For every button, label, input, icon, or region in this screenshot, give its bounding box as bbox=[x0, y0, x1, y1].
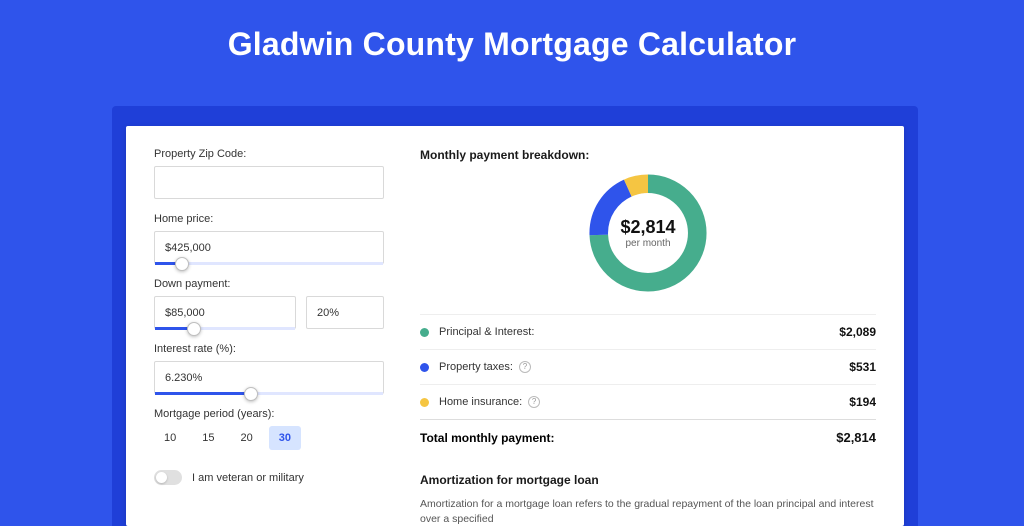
interest-input[interactable] bbox=[154, 361, 384, 394]
down-payment-field: Down payment: bbox=[154, 278, 384, 329]
help-icon[interactable]: ? bbox=[528, 396, 540, 408]
period-field: Mortgage period (years): 1015 2030 bbox=[154, 408, 384, 450]
page-title: Gladwin County Mortgage Calculator bbox=[0, 0, 1024, 85]
veteran-row: I am veteran or military bbox=[154, 470, 384, 485]
legend-dot-ins bbox=[420, 398, 429, 407]
down-payment-slider-thumb[interactable] bbox=[187, 322, 201, 336]
breakdown-row-tax: Property taxes:?$531 bbox=[420, 349, 876, 384]
breakdown-label-pi: Principal & Interest: bbox=[439, 326, 839, 338]
home-price-input[interactable] bbox=[154, 231, 384, 264]
interest-slider[interactable] bbox=[155, 392, 383, 395]
form-panel: Property Zip Code: Home price: Down paym… bbox=[126, 126, 406, 526]
down-payment-slider[interactable] bbox=[155, 327, 295, 330]
total-label: Total monthly payment: bbox=[420, 431, 836, 445]
interest-field: Interest rate (%): bbox=[154, 343, 384, 394]
amortization-block: Amortization for mortgage loan Amortizat… bbox=[420, 473, 876, 526]
period-button-20[interactable]: 20 bbox=[231, 426, 263, 450]
amortization-title: Amortization for mortgage loan bbox=[420, 473, 876, 487]
veteran-label: I am veteran or military bbox=[192, 472, 304, 484]
legend-dot-pi bbox=[420, 328, 429, 337]
breakdown-row-pi: Principal & Interest:$2,089 bbox=[420, 314, 876, 349]
breakdown-label-tax: Property taxes:? bbox=[439, 361, 849, 373]
donut-center: $2,814 per month bbox=[583, 168, 713, 298]
home-price-label: Home price: bbox=[154, 213, 384, 225]
zip-field: Property Zip Code: bbox=[154, 148, 384, 199]
period-label: Mortgage period (years): bbox=[154, 408, 384, 420]
breakdown-panel: Monthly payment breakdown: $2,814 per mo… bbox=[406, 126, 904, 526]
total-value: $2,814 bbox=[836, 430, 876, 445]
donut-amount: $2,814 bbox=[620, 217, 675, 238]
zip-label: Property Zip Code: bbox=[154, 148, 384, 160]
breakdown-value-pi: $2,089 bbox=[839, 325, 876, 339]
period-button-10[interactable]: 10 bbox=[154, 426, 186, 450]
home-price-slider[interactable] bbox=[155, 262, 383, 265]
veteran-toggle[interactable] bbox=[154, 470, 182, 485]
breakdown-title: Monthly payment breakdown: bbox=[420, 148, 876, 162]
period-button-30[interactable]: 30 bbox=[269, 426, 301, 450]
total-row: Total monthly payment: $2,814 bbox=[420, 419, 876, 455]
legend-dot-tax bbox=[420, 363, 429, 372]
home-price-input-wrap bbox=[154, 231, 384, 264]
breakdown-label-ins: Home insurance:? bbox=[439, 396, 849, 408]
period-buttons: 1015 2030 bbox=[154, 426, 384, 450]
down-payment-input[interactable] bbox=[154, 296, 296, 329]
help-icon[interactable]: ? bbox=[519, 361, 531, 373]
calculator-card: Property Zip Code: Home price: Down paym… bbox=[126, 126, 904, 526]
breakdown-value-tax: $531 bbox=[849, 360, 876, 374]
period-button-15[interactable]: 15 bbox=[192, 426, 224, 450]
breakdown-row-ins: Home insurance:?$194 bbox=[420, 384, 876, 419]
down-payment-pct-input[interactable] bbox=[306, 296, 384, 329]
interest-slider-thumb[interactable] bbox=[244, 387, 258, 401]
breakdown-rows: Principal & Interest:$2,089Property taxe… bbox=[420, 314, 876, 419]
interest-input-wrap bbox=[154, 361, 384, 394]
interest-slider-fill bbox=[155, 392, 251, 395]
interest-label: Interest rate (%): bbox=[154, 343, 384, 355]
donut-chart: $2,814 per month bbox=[420, 168, 876, 298]
zip-input[interactable] bbox=[154, 166, 384, 199]
home-price-field: Home price: bbox=[154, 213, 384, 264]
breakdown-value-ins: $194 bbox=[849, 395, 876, 409]
down-payment-label: Down payment: bbox=[154, 278, 384, 290]
down-payment-input-wrap bbox=[154, 296, 296, 329]
home-price-slider-thumb[interactable] bbox=[175, 257, 189, 271]
donut-sublabel: per month bbox=[625, 238, 670, 249]
